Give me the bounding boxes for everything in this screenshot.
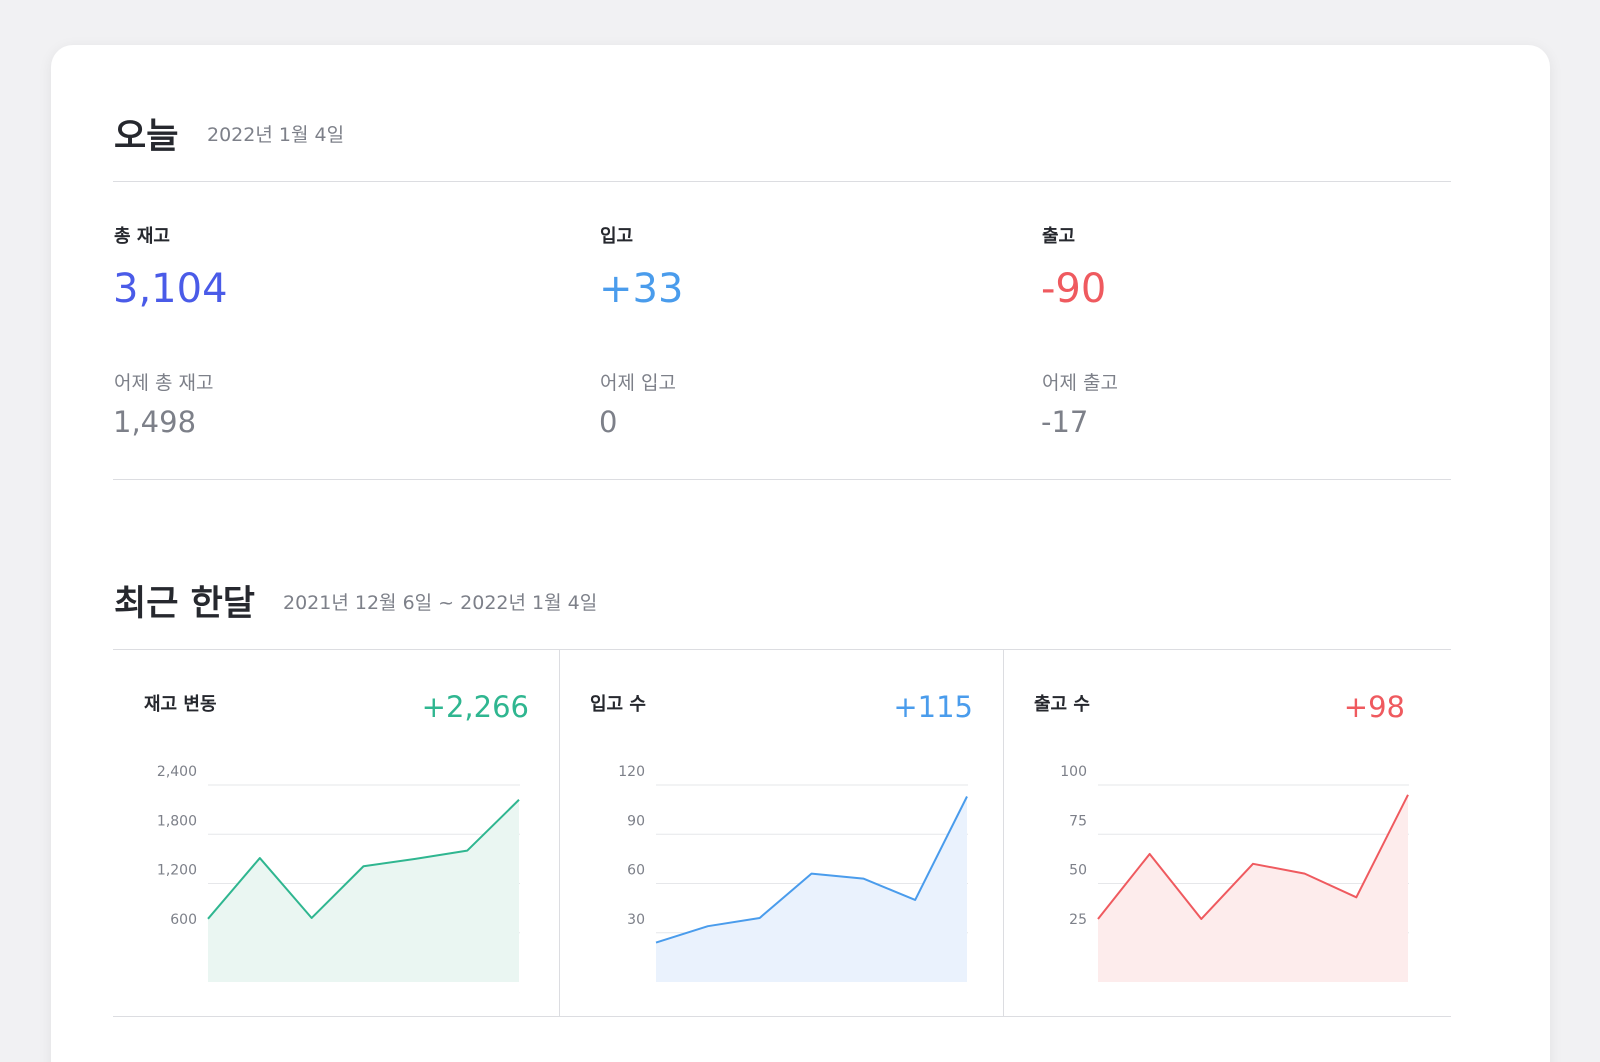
divider [113, 1016, 1451, 1017]
outbound-count-chart: 25 50 75 100 [1060, 764, 1409, 982]
dashboard-card: 오늘 2022년 1월 4일 총 재고 3,104 어제 총 재고 1,498 … [51, 45, 1550, 1062]
y-tick-label: 75 [1069, 813, 1087, 829]
y-tick-label: 100 [1060, 764, 1087, 780]
y-tick-label: 25 [1069, 912, 1087, 928]
y-tick-label: 50 [1069, 863, 1087, 879]
